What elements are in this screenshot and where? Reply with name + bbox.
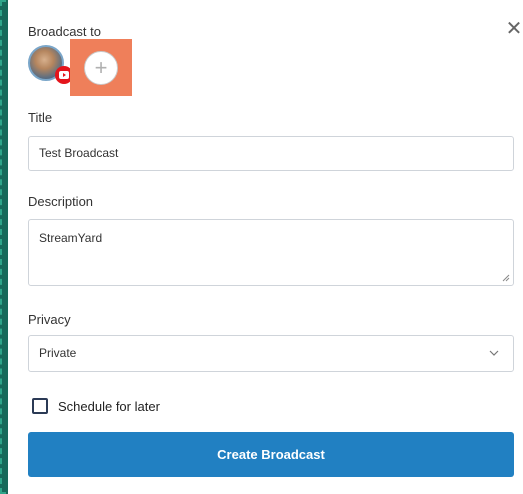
- title-value: Test Broadcast: [39, 146, 119, 160]
- schedule-label[interactable]: Schedule for later: [58, 399, 160, 414]
- create-broadcast-dialog: ✕ Broadcast to + Title Test Broadcast De…: [8, 0, 523, 494]
- title-label: Title: [28, 110, 53, 125]
- resize-grip-icon[interactable]: [502, 274, 510, 282]
- description-textarea[interactable]: StreamYard: [28, 219, 514, 286]
- close-icon[interactable]: ✕: [505, 19, 523, 39]
- privacy-select[interactable]: Private: [28, 335, 514, 372]
- privacy-label: Privacy: [28, 312, 71, 327]
- privacy-value: Private: [39, 346, 77, 360]
- plus-icon: +: [94, 55, 108, 80]
- chevron-down-icon: [489, 350, 499, 356]
- title-input[interactable]: Test Broadcast: [28, 136, 514, 171]
- schedule-checkbox[interactable]: [32, 398, 48, 414]
- broadcast-to-label: Broadcast to: [28, 24, 101, 39]
- create-broadcast-label: Create Broadcast: [217, 447, 325, 462]
- description-label: Description: [28, 194, 94, 209]
- create-broadcast-button[interactable]: Create Broadcast: [28, 432, 514, 477]
- description-value: StreamYard: [39, 231, 103, 245]
- add-destination-button[interactable]: +: [84, 51, 118, 85]
